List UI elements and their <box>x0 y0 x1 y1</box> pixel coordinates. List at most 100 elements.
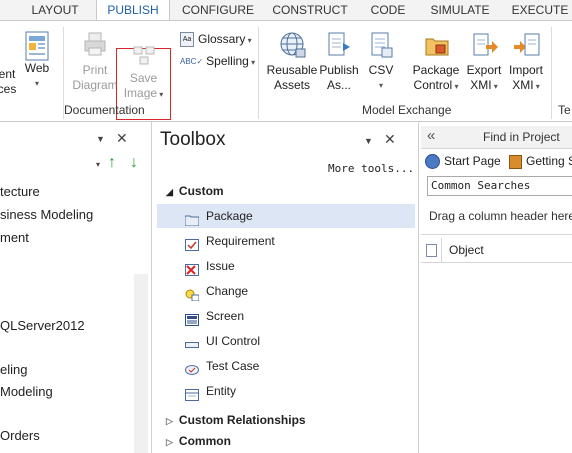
spelling-dropdown-icon: ▾ <box>248 58 256 67</box>
save-label-2: Image <box>123 86 158 100</box>
export-xmi-icon <box>471 31 498 57</box>
csv-button[interactable]: CSV ▾ <box>365 31 397 93</box>
section-common[interactable]: ▷ Common <box>166 434 231 448</box>
web-dropdown-icon: ▾ <box>34 79 39 88</box>
tab-construct[interactable]: CONSTRUCT <box>272 0 348 20</box>
toolbox-item-screen[interactable]: Screen <box>157 304 415 328</box>
tree-item[interactable]: siness Modeling <box>0 207 93 222</box>
cut-off-label-1: ent <box>0 67 16 81</box>
getting-started-link[interactable]: Getting S <box>509 154 572 169</box>
panel-close-icon[interactable]: ✕ <box>116 130 128 147</box>
publish-label-1: Publish <box>319 63 359 77</box>
printer-icon <box>82 31 108 57</box>
divider <box>421 234 572 235</box>
toolbox-item-test-case[interactable]: Test Case <box>157 354 415 378</box>
package-icon <box>184 210 200 227</box>
toolbox-close-icon[interactable]: ✕ <box>384 131 396 148</box>
publish-as-button[interactable]: Publish As... <box>318 31 360 93</box>
toolbox-item-change[interactable]: Change <box>157 279 415 303</box>
results-header: Object <box>421 238 572 263</box>
toolbox-item-package[interactable]: Package <box>157 204 415 228</box>
find-title: Find in Project <box>483 130 560 144</box>
common-searches-select[interactable]: Common Searches <box>427 176 572 196</box>
te-group-label: Te <box>558 103 571 117</box>
publish-doc-icon <box>326 31 352 57</box>
documentation-group-label: Documentation <box>64 103 145 117</box>
export-label-2-row: XMI ▾ <box>464 78 504 94</box>
toolbox-title: Toolbox <box>160 129 226 150</box>
getting-started-label: Getting S <box>526 154 572 168</box>
export-label-2: XMI <box>470 78 492 92</box>
filter-dropdown-icon[interactable]: ▾ <box>96 160 100 169</box>
section-custom[interactable]: ◢ Custom <box>166 184 224 198</box>
scrollbar[interactable] <box>134 274 148 453</box>
tree-item[interactable]: tecture <box>0 184 40 199</box>
tree-item[interactable]: ment <box>0 230 29 245</box>
start-page-label: Start Page <box>444 154 501 168</box>
publish-label-2: As... <box>326 78 351 92</box>
tab-execute[interactable]: EXECUTE <box>508 0 572 20</box>
panel-dropdown-icon[interactable]: ▼ <box>96 134 105 144</box>
glossary-button[interactable]: Aa Glossary ▾ <box>180 30 252 48</box>
save-label-1: Save <box>129 71 158 85</box>
collapse-triangle-icon: ◢ <box>166 187 173 197</box>
toolbox-item-issue[interactable]: Issue <box>157 254 415 278</box>
web-page-icon <box>24 31 50 61</box>
save-label-2-row: Image ▾ <box>117 86 170 102</box>
export-label-1: Export <box>466 63 502 77</box>
tree-item[interactable]: Orders <box>0 428 40 443</box>
home-globe-icon <box>425 154 440 170</box>
item-label: Requirement <box>206 234 275 248</box>
ui-control-icon <box>185 335 199 348</box>
tab-code[interactable]: CODE <box>366 0 410 20</box>
ribbon-tab-bar: LAYOUT PUBLISH CONFIGURE CONSTRUCT CODE … <box>0 0 572 21</box>
toolbox-dropdown-icon[interactable]: ▼ <box>364 136 373 146</box>
column-header-object[interactable]: Object <box>449 243 484 257</box>
column-separator <box>441 238 442 262</box>
toolbox-item-ui-control[interactable]: UI Control <box>157 329 415 353</box>
tab-configure[interactable]: CONFIGURE <box>180 0 256 20</box>
import-xmi-button[interactable]: Import XMI ▾ <box>506 31 546 94</box>
separator <box>551 27 552 119</box>
glossary-label: Glossary <box>198 32 246 46</box>
reusable-label-1: Reusable <box>266 63 318 77</box>
more-tools-link[interactable]: More tools... <box>328 162 414 175</box>
section-custom-relationships-label: Custom Relationships <box>178 413 306 427</box>
document-icon <box>426 244 437 257</box>
tab-simulate[interactable]: SIMULATE <box>424 0 496 20</box>
tab-publish[interactable]: PUBLISH <box>96 0 170 21</box>
globe-icon <box>279 31 306 58</box>
start-page-link[interactable]: Start Page <box>425 154 501 170</box>
web-label: Web <box>24 61 50 75</box>
import-label-2: XMI <box>512 78 534 92</box>
tools-icon <box>509 154 522 169</box>
web-button[interactable]: Web ▾ <box>22 31 52 91</box>
import-dropdown-icon: ▾ <box>533 82 540 91</box>
import-label-2-row: XMI ▾ <box>506 78 546 94</box>
tree-item[interactable]: QLServer2012 <box>0 318 85 333</box>
reusable-assets-button[interactable]: Reusable Assets <box>264 31 320 93</box>
export-xmi-button[interactable]: Export XMI ▾ <box>464 31 504 94</box>
glossary-dropdown-icon: ▾ <box>245 36 252 45</box>
tree-item[interactable]: Modeling <box>0 384 53 399</box>
expand-triangle-icon: ▷ <box>166 437 173 447</box>
change-icon <box>185 285 200 302</box>
item-label: Test Case <box>206 359 260 373</box>
package-control-button[interactable]: Package Control ▾ <box>411 31 461 94</box>
cut-off-button[interactable]: ent ces <box>0 67 22 97</box>
tab-layout[interactable]: LAYOUT <box>24 0 86 20</box>
test-case-icon <box>185 360 199 375</box>
spelling-icon: ABC✓ <box>180 56 204 66</box>
spelling-button[interactable]: ABC✓ Spelling ▾ <box>180 52 255 70</box>
collapse-left-icon[interactable]: « <box>427 127 435 144</box>
package-dropdown-icon: ▾ <box>452 82 459 91</box>
toolbox-item-requirement[interactable]: Requirement <box>157 229 415 253</box>
move-up-icon[interactable]: ↑ <box>108 154 116 172</box>
toolbox-item-entity[interactable]: Entity <box>157 379 415 403</box>
csv-label: CSV <box>368 63 394 77</box>
tree-item[interactable]: eling <box>0 362 27 377</box>
move-down-icon[interactable]: ↓ <box>130 154 138 172</box>
screen-icon <box>185 310 199 326</box>
issue-icon <box>185 260 199 276</box>
section-custom-relationships[interactable]: ▷ Custom Relationships <box>166 413 306 427</box>
